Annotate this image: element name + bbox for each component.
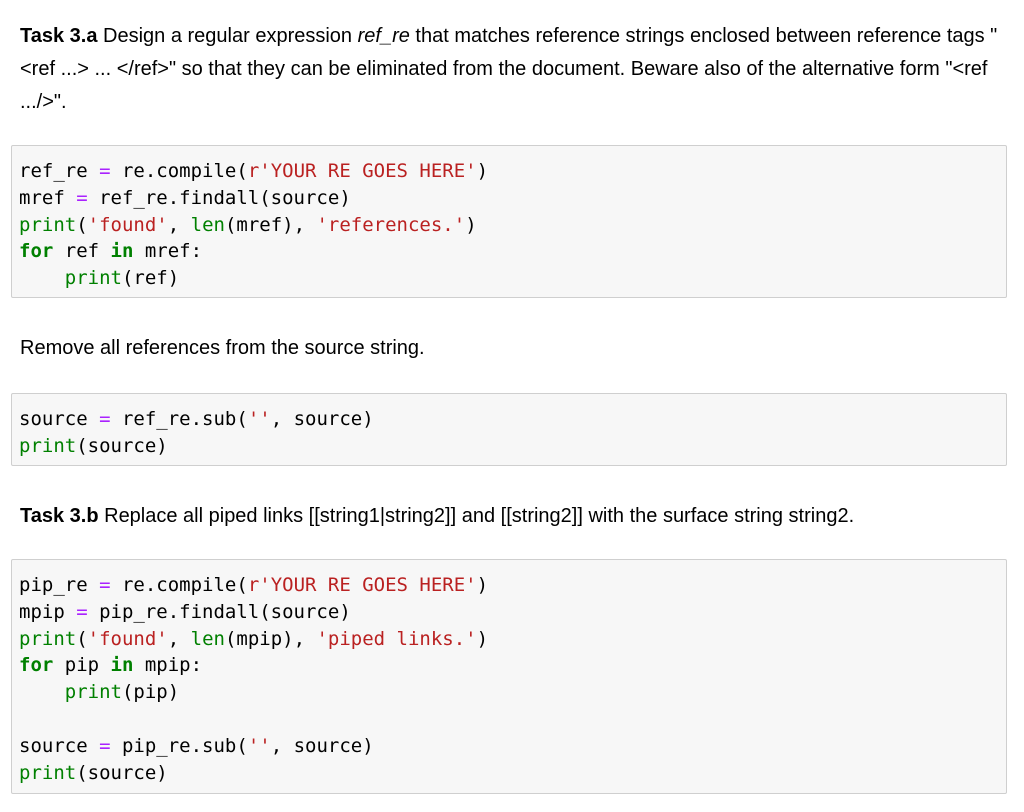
task-3b-label: Task 3.b	[20, 505, 99, 527]
code-token: =	[99, 408, 111, 430]
remove-references-markdown: Remove all references from the source st…	[20, 332, 1005, 365]
code-token: (	[76, 627, 88, 650]
remove-references-text: Remove all references from the source st…	[20, 337, 425, 359]
code-cell-ref-re[interactable]: ref_re = re.compile(r'YOUR RE GOES HERE'…	[11, 145, 1007, 298]
code-line: source = ref_re.sub('', source)	[19, 406, 1006, 433]
code-token: print	[64, 267, 122, 290]
code-token: ref_re.findall(source)	[87, 186, 351, 209]
code-token: =	[99, 160, 111, 182]
code-token: r'YOUR RE GOES HERE'	[247, 574, 477, 596]
code-editor[interactable]: pip_re = re.compile(r'YOUR RE GOES HERE'…	[12, 560, 1006, 786]
code-token: ''	[247, 408, 271, 430]
code-line: mpip = pip_re.findall(source)	[19, 599, 1006, 626]
code-token: (ref)	[121, 267, 180, 290]
code-token: mref	[19, 186, 77, 209]
code-token: 'references.'	[316, 213, 466, 236]
code-line: for pip in mpip:	[19, 652, 1006, 679]
code-token: (mpip),	[224, 627, 317, 650]
code-cell-pip-re[interactable]: pip_re = re.compile(r'YOUR RE GOES HERE'…	[11, 559, 1007, 794]
code-token: (source)	[76, 434, 168, 457]
code-line: ref_re = re.compile(r'YOUR RE GOES HERE'…	[19, 158, 1006, 185]
code-line: print(source)	[19, 760, 1006, 787]
code-token: =	[99, 734, 111, 757]
code-editor[interactable]: source = ref_re.sub('', source) print(sou…	[12, 394, 1006, 460]
code-token: mref:	[133, 240, 203, 263]
task-3a-text-1: Design a regular expression	[97, 25, 358, 47]
code-line: print('found', len(mref), 'references.')	[19, 212, 1006, 239]
code-token: pip_re.sub(	[110, 734, 248, 757]
code-token: , source)	[270, 408, 374, 430]
code-token: ref_re.sub(	[110, 408, 248, 430]
code-token: =	[99, 574, 111, 596]
code-token: in	[110, 654, 134, 677]
task-3a-var-name: ref_re	[357, 25, 410, 47]
task-3a-markdown: Task 3.a Design a regular expression ref…	[20, 20, 1005, 119]
code-token: source	[19, 408, 100, 430]
code-token: )	[465, 213, 477, 236]
code-token: (source)	[76, 761, 168, 784]
code-cell-sub[interactable]: source = ref_re.sub('', source) print(sou…	[11, 393, 1007, 466]
code-token: ,	[167, 213, 191, 236]
task-3a-label: Task 3.a	[20, 25, 98, 47]
code-token: print	[19, 213, 77, 236]
code-line: print(pip)	[19, 679, 1006, 706]
code-line: source = pip_re.sub('', source)	[19, 733, 1006, 760]
code-token: for	[19, 654, 54, 677]
code-token: (	[76, 213, 88, 236]
code-line: print('found', len(mpip), 'piped links.'…	[19, 626, 1006, 653]
code-token: (pip)	[121, 681, 180, 704]
code-token: print	[19, 761, 77, 784]
code-token: (mref),	[224, 213, 317, 236]
code-token: re.compile(	[110, 574, 248, 596]
code-token: for	[19, 240, 54, 263]
code-token: )	[476, 627, 489, 650]
code-line: for ref in mref:	[19, 238, 1006, 265]
code-token: print	[19, 627, 77, 650]
code-token: pip_re.findall(source)	[87, 600, 351, 623]
code-token: source	[19, 734, 100, 757]
code-token: re.compile(	[110, 160, 248, 182]
code-token: print	[19, 434, 77, 457]
code-token: len	[190, 627, 225, 650]
code-token: , source)	[270, 734, 374, 757]
task-3b-markdown: Task 3.b Replace all piped links [[strin…	[20, 500, 1005, 533]
code-token: 'found'	[87, 627, 168, 650]
code-line: pip_re = re.compile(r'YOUR RE GOES HERE'…	[19, 572, 1006, 599]
code-token: r'YOUR RE GOES HERE'	[247, 160, 477, 182]
code-line: print(ref)	[19, 265, 1006, 292]
code-token: 'found'	[87, 213, 168, 236]
code-token: pip	[53, 654, 111, 677]
code-token: mpip:	[133, 654, 203, 677]
code-token: =	[76, 186, 88, 209]
code-line: mref = ref_re.findall(source)	[19, 185, 1006, 212]
code-token: in	[110, 240, 134, 263]
code-token: )	[476, 160, 489, 182]
code-token: pip_re	[19, 574, 100, 596]
code-token: ,	[167, 627, 191, 650]
code-editor[interactable]: ref_re = re.compile(r'YOUR RE GOES HERE'…	[12, 146, 1006, 292]
code-token: print	[64, 681, 122, 704]
code-token: 'piped links.'	[316, 627, 477, 650]
code-token: =	[76, 600, 88, 623]
task-3b-text: Replace all piped links [[string1|string…	[98, 505, 855, 527]
code-token: len	[190, 213, 225, 236]
code-token: mpip	[19, 600, 77, 623]
code-token: ref	[53, 240, 111, 263]
code-token: )	[476, 574, 489, 596]
code-token: ref_re	[19, 160, 100, 182]
code-token: ''	[247, 734, 271, 757]
code-line: print(source)	[19, 433, 1006, 460]
